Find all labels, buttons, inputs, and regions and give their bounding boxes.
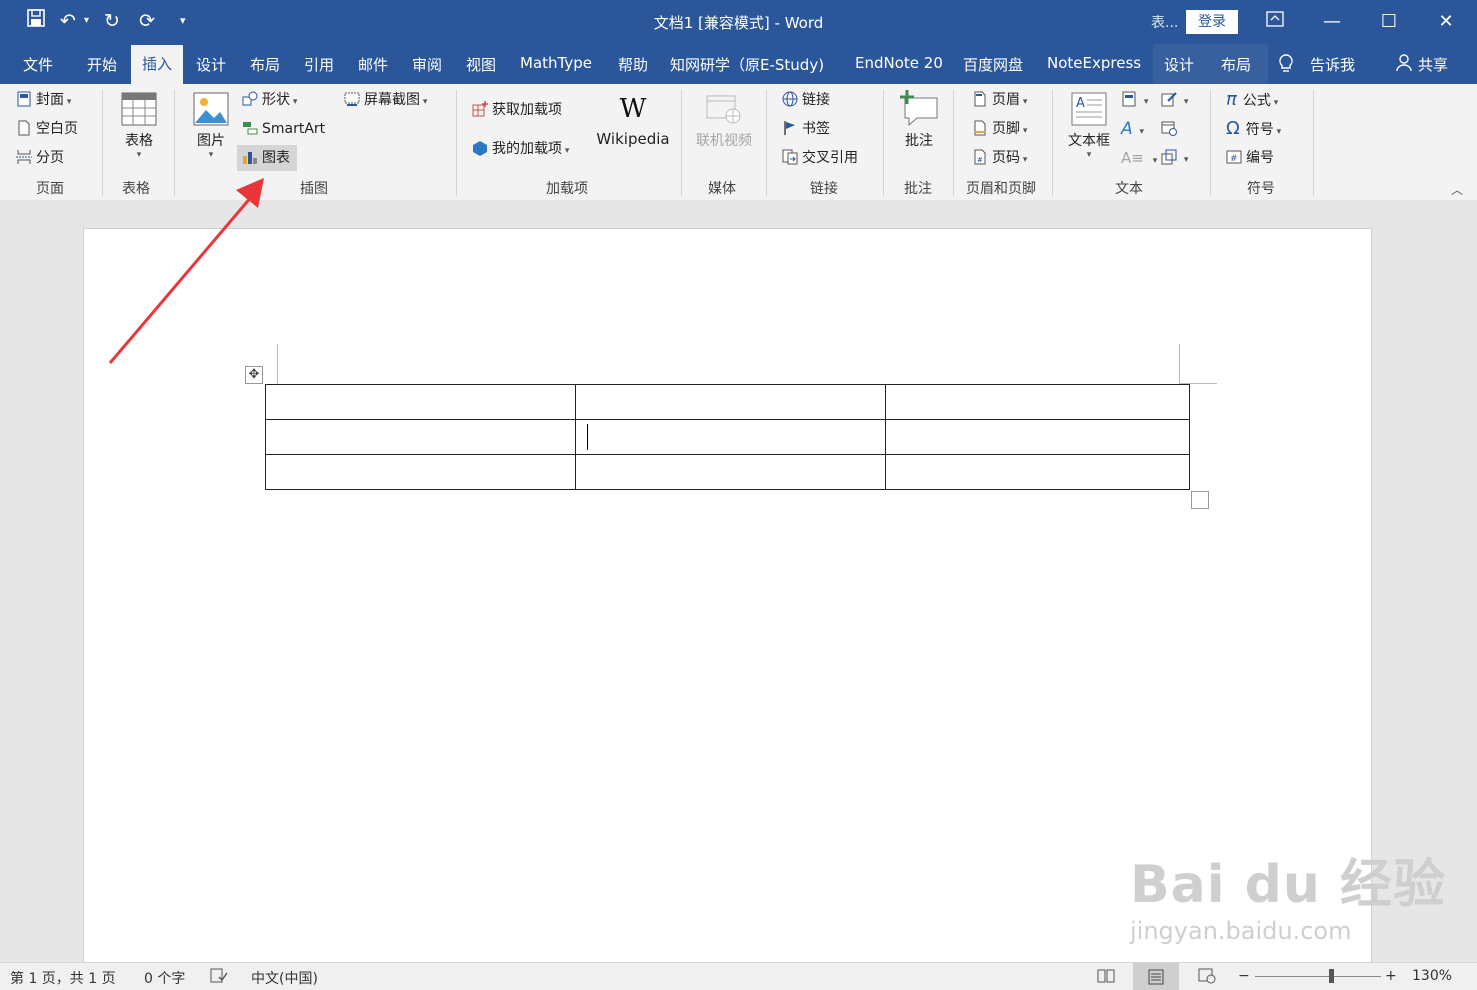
annotation-arrow-icon [108, 178, 264, 364]
watermark-brand: Bai du 经验 [1130, 855, 1446, 915]
zoom-out-button[interactable]: − [1238, 968, 1250, 984]
word-count[interactable]: 0 个字 [144, 968, 185, 988]
proofing-icon[interactable] [210, 968, 228, 988]
print-layout-icon[interactable] [1133, 963, 1179, 990]
zoom-slider-thumb[interactable] [1328, 969, 1334, 983]
watermark-url: jingyan.baidu.com [1130, 917, 1352, 945]
watermark: Bai du 经验 jingyan.baidu.com [1130, 855, 1446, 945]
zoom-level[interactable]: 130% [1412, 968, 1452, 984]
web-layout-icon[interactable] [1198, 968, 1216, 988]
zoom-in-button[interactable]: + [1385, 968, 1397, 984]
status-bar: 第 1 页，共 1 页 0 个字 中文(中国) − + 130% [0, 962, 1477, 990]
page-count[interactable]: 第 1 页，共 1 页 [10, 968, 116, 988]
language[interactable]: 中文(中国) [251, 968, 318, 988]
zoom-slider-track[interactable] [1255, 976, 1381, 977]
read-mode-icon[interactable] [1097, 968, 1115, 988]
